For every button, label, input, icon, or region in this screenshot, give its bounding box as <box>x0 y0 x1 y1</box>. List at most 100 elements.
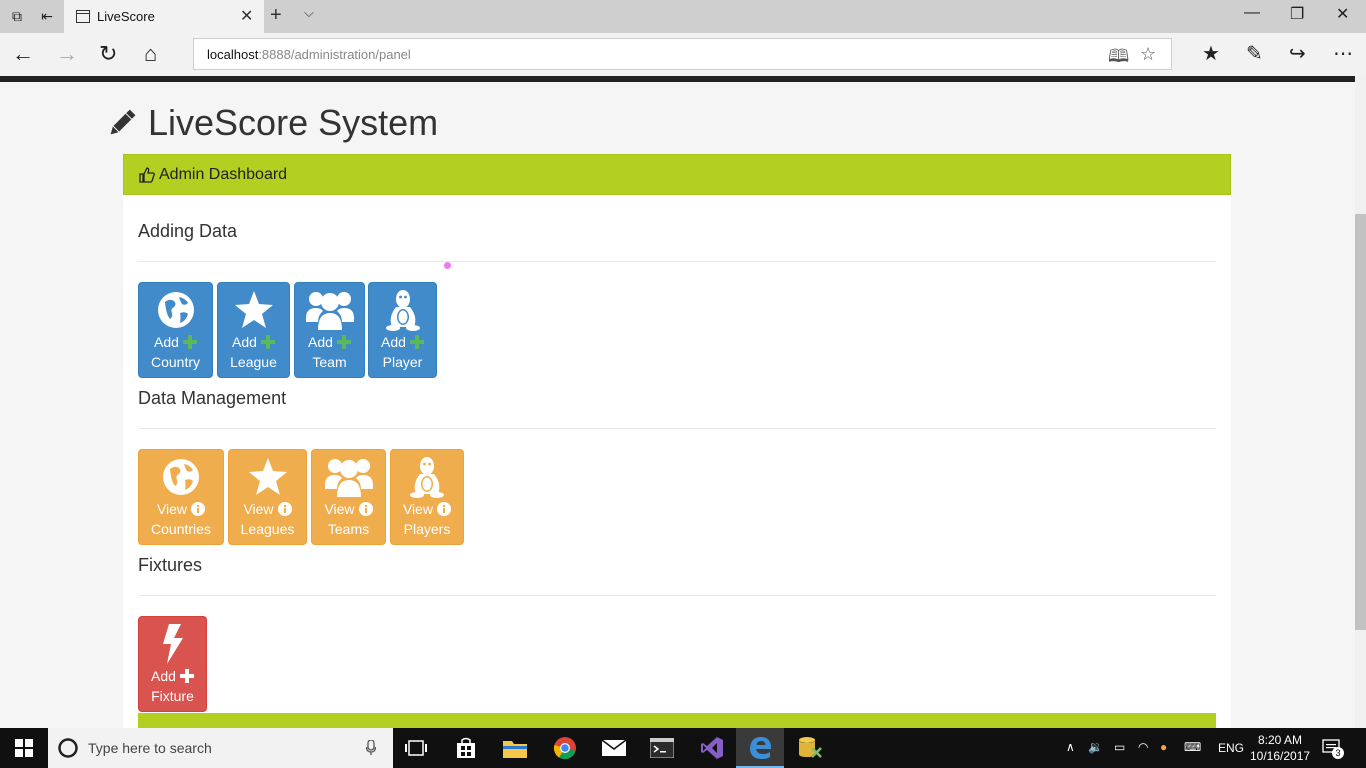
page-title-text: LiveScore System <box>148 102 439 143</box>
linux-icon <box>369 289 436 331</box>
system-clock[interactable]: 8:20 AM 10/16/2017 <box>1250 732 1310 764</box>
bolt-icon <box>139 623 206 665</box>
star-icon <box>229 456 306 498</box>
view-teams-button[interactable]: View Teams <box>311 449 386 545</box>
home-icon[interactable]: ⌂ <box>144 41 157 67</box>
volume-icon[interactable]: 🔉 <box>1088 740 1103 754</box>
add-fixture-button[interactable]: Add Fixture <box>138 616 207 712</box>
tile-noun: Country <box>150 354 201 370</box>
keyboard-icon[interactable]: ⌨ <box>1184 740 1201 754</box>
task-view-icon[interactable] <box>392 728 440 768</box>
page-icon <box>76 10 90 23</box>
tile-noun: Player <box>382 354 423 370</box>
close-tab-icon[interactable]: ✕ <box>240 6 253 26</box>
show-hidden-icons[interactable]: ∧ <box>1066 740 1075 754</box>
view-players-button[interactable]: View Players <box>390 449 464 545</box>
users-icon <box>312 456 385 498</box>
tile-verb: Add <box>154 334 179 350</box>
address-bar[interactable]: localhost:8888/administration/panel 🕮 ☆ <box>193 38 1172 70</box>
tile-verb: Add <box>232 334 257 350</box>
address-text[interactable]: localhost:8888/administration/panel <box>207 47 411 62</box>
add-country-button[interactable]: Add Country <box>138 282 213 378</box>
add-league-button[interactable]: Add League <box>217 282 290 378</box>
divider <box>138 595 1216 596</box>
minimize-icon[interactable]: — <box>1244 4 1260 22</box>
tile-verb: View <box>324 501 355 517</box>
star-icon <box>218 289 289 331</box>
tab-title: LiveScore <box>97 9 155 24</box>
tile-verb: Add <box>381 334 406 350</box>
users-icon <box>295 289 364 331</box>
tile-verb: Add <box>308 334 333 350</box>
more-menu-icon[interactable]: ⋯ <box>1333 41 1353 66</box>
visual-studio-icon[interactable] <box>688 728 736 768</box>
restore-icon[interactable]: ❐ <box>1290 4 1304 24</box>
mouse-cursor-indicator <box>444 262 451 269</box>
refresh-icon[interactable]: ↻ <box>99 41 117 67</box>
favorites-hub-icon[interactable]: ★ <box>1202 41 1220 66</box>
globe-icon <box>139 289 212 331</box>
panel-heading-text: Admin Dashboard <box>159 165 288 183</box>
divider <box>138 428 1216 429</box>
cloud-app-icon[interactable]: ● <box>1160 740 1167 754</box>
input-language[interactable]: ENG <box>1218 741 1244 755</box>
panel-footer-bar <box>138 713 1216 728</box>
share-icon[interactable]: ↪ <box>1289 41 1306 66</box>
add-player-button[interactable]: Add Player <box>368 282 437 378</box>
battery-icon[interactable]: ▭ <box>1114 740 1125 754</box>
file-explorer-icon[interactable] <box>491 728 539 768</box>
view-leagues-button[interactable]: View Leagues <box>228 449 307 545</box>
plus-icon <box>336 335 351 349</box>
taskbar-search-placeholder: Type here to search <box>88 740 212 756</box>
linux-icon <box>391 456 463 498</box>
tab-preview-icon[interactable]: ⧉ <box>6 6 28 26</box>
store-icon[interactable] <box>442 728 490 768</box>
back-icon[interactable]: ← <box>12 41 34 67</box>
reading-view-icon[interactable]: 🕮 <box>1108 44 1129 74</box>
browser-tab[interactable]: LiveScore ✕ <box>64 0 264 33</box>
taskbar-search-box[interactable]: Type here to search <box>48 728 393 768</box>
tile-noun: Leagues <box>240 521 295 537</box>
tile-noun: Fixture <box>151 688 194 704</box>
info-icon <box>277 502 292 516</box>
tile-verb: View <box>156 501 188 517</box>
tile-noun: Players <box>403 521 451 537</box>
info-icon <box>358 502 373 516</box>
wifi-icon[interactable]: ◠ <box>1138 740 1148 754</box>
set-aside-tabs-icon[interactable]: ⇤ <box>36 6 58 26</box>
edge-icon[interactable] <box>736 728 784 768</box>
tile-verb: View <box>402 501 434 517</box>
tile-noun: Team <box>312 354 347 370</box>
tile-noun: League <box>230 354 277 370</box>
forward-icon[interactable]: → <box>56 41 78 67</box>
microphone-icon[interactable] <box>366 740 376 756</box>
pencil-icon <box>110 109 136 135</box>
cortana-icon <box>58 738 78 758</box>
windows-start-icon[interactable] <box>0 728 48 768</box>
info-icon <box>191 502 206 516</box>
chrome-icon[interactable] <box>541 728 589 768</box>
scrollbar-thumb[interactable] <box>1355 214 1366 630</box>
web-note-icon[interactable]: ✎ <box>1246 41 1263 66</box>
close-window-icon[interactable]: ✕ <box>1336 4 1349 24</box>
tile-noun: Teams <box>327 521 370 537</box>
chevron-down-icon[interactable]: ⌵ <box>304 5 314 21</box>
admin-panel: Admin Dashboard <box>123 154 1231 728</box>
notification-count-badge: 3 <box>1332 747 1344 759</box>
thumbs-up-icon <box>139 166 155 183</box>
terminal-icon[interactable] <box>638 728 686 768</box>
plus-icon <box>260 335 275 349</box>
mail-icon[interactable] <box>590 728 638 768</box>
new-tab-icon[interactable]: + <box>270 4 282 27</box>
view-countries-button[interactable]: View Countries <box>138 449 224 545</box>
tile-verb: View <box>243 501 274 517</box>
favorite-star-icon[interactable]: ☆ <box>1140 44 1156 65</box>
database-tool-icon[interactable] <box>786 728 834 768</box>
divider <box>138 261 1216 262</box>
action-center-icon[interactable]: 3 <box>1322 738 1344 759</box>
add-team-button[interactable]: Add Team <box>294 282 365 378</box>
tab-bar: ⧉ ⇤ LiveScore ✕ + ⌵ — ❐ ✕ <box>0 0 1366 33</box>
section-fixtures: Fixtures <box>138 555 203 575</box>
site-navbar <box>0 76 1355 82</box>
globe-icon <box>139 456 223 498</box>
